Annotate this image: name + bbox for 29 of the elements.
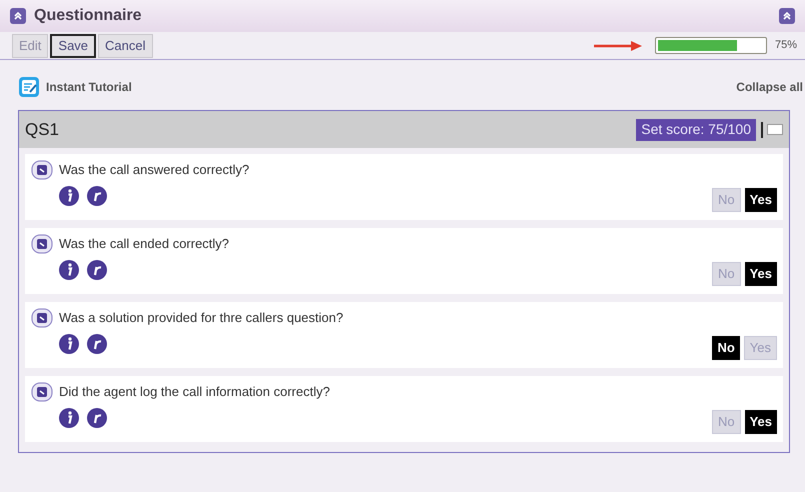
collapse-icon[interactable]	[10, 8, 26, 24]
question-text: Was the call answered correctly?	[59, 161, 250, 180]
info-icon[interactable]	[59, 334, 79, 354]
question-text: Did the agent log the call information correctly?	[59, 383, 330, 402]
answer-option[interactable]: Yes	[744, 262, 777, 286]
question-text: Was the call ended correctly?	[59, 235, 230, 254]
notepad-icon[interactable]	[18, 76, 40, 98]
progress-reading: 75%	[774, 38, 797, 54]
tutorial-link[interactable]: Instant Tutorial	[46, 78, 132, 96]
toolbar-button[interactable]: Cancel	[98, 34, 153, 58]
toolbar-button[interactable]: Save	[50, 34, 96, 58]
info-icon[interactable]	[59, 186, 79, 206]
info-icon[interactable]	[59, 260, 79, 280]
collapse-icon[interactable]	[779, 8, 795, 24]
answer-option[interactable]: Yes	[744, 188, 777, 212]
answer-option[interactable]: Yes	[744, 410, 777, 434]
section-title: QS1	[25, 118, 60, 141]
window-title: Questionnaire	[34, 6, 142, 26]
set-score-button[interactable]: Set score: 75/100	[636, 118, 756, 140]
question-text: Was a solution provided for thre callers question?	[59, 309, 344, 328]
collapse-all-link[interactable]: Collapse all	[736, 78, 803, 96]
answer-option[interactable]: No	[712, 336, 740, 360]
r-icon[interactable]	[87, 334, 107, 354]
info-icon[interactable]	[59, 408, 79, 428]
r-icon[interactable]	[87, 260, 107, 280]
r-icon[interactable]	[87, 408, 107, 428]
arrow-icon	[592, 40, 643, 52]
checkbox[interactable]	[767, 124, 783, 135]
r-icon[interactable]	[87, 186, 107, 206]
